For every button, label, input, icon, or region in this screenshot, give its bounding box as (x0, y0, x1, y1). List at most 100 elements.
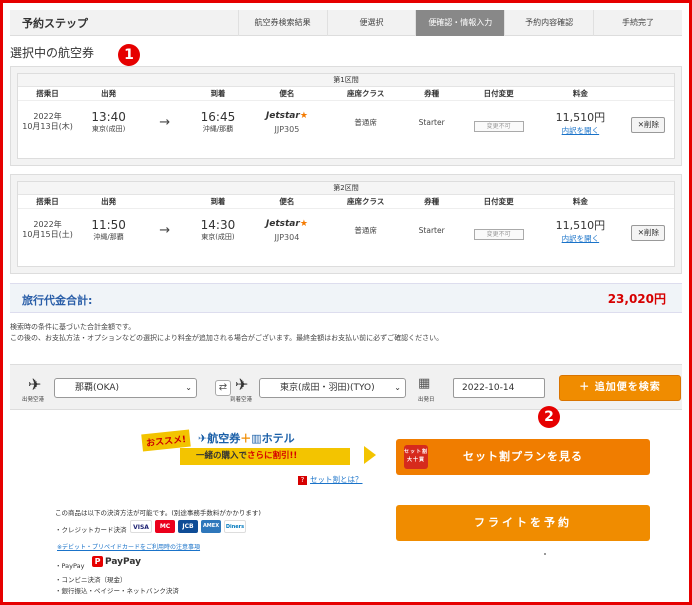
plane-takeoff-icon: ✈ (28, 375, 42, 394)
arr-airport-caption: 到着空港 (230, 397, 253, 403)
plane-icon: ✈ (198, 432, 208, 445)
step-flight-select: 便選択 (326, 9, 416, 36)
flight-date-day: 10月13日(木) (22, 122, 73, 131)
jetstar-logo: Jetstar★ (247, 219, 328, 229)
promo-subline-b: さらに割引!! (247, 451, 298, 461)
airline-name: Jetstar (265, 218, 300, 229)
departure: 11:50 沖縄/那覇 (77, 218, 140, 242)
col-flight: 便名 (279, 89, 295, 98)
star-icon: ★ (299, 110, 308, 121)
promo-subline-a: 一緒の購入で (196, 451, 248, 461)
total-amount: 23,020円 (607, 292, 666, 306)
col-date-change: 日付変更 (483, 89, 514, 98)
seat-class: 普通席 (354, 117, 377, 127)
departure-time: 13:40 (91, 109, 126, 124)
date-change-cell: 変更不可 (459, 221, 538, 240)
fare-type: Starter (418, 117, 445, 127)
segment-header: 第2区間 (18, 182, 674, 195)
chevron-down-icon: ⌄ (394, 383, 401, 392)
arr-airport-value: 東京(成田・羽田)(TYO) (280, 383, 375, 393)
date-caption: 出発日 (418, 397, 435, 403)
set-discount-help-label: セット割とは？ (310, 475, 363, 484)
payment-paypay: ・PayPay (55, 562, 85, 570)
promo-flight: 航空券 (207, 432, 241, 445)
amex-icon: AMEX (201, 520, 221, 533)
segment-card-2: 第2区間 搭乗日 出発 到着 便名 座席クラス 券種 日付変更 料金 2022年… (10, 174, 682, 274)
arrival: 14:30 東京(成田) (189, 217, 246, 242)
marker-1: 1 (118, 44, 140, 66)
chevron-down-icon: ⌄ (185, 383, 192, 392)
arrival: 16:45 沖縄/那覇 (189, 110, 246, 134)
paypay-logo-text: PayPay (105, 557, 142, 567)
mastercard-icon: MC (155, 520, 175, 533)
delete-button[interactable]: ✕削除 (631, 116, 666, 133)
departure-place: 沖縄/那覇 (93, 232, 124, 241)
calendar-icon: ▦ (418, 376, 431, 391)
column-headers: 搭乗日 出発 到着 便名 座席クラス 券種 日付変更 料金 (18, 87, 674, 101)
dep-airport-select[interactable]: 那覇(OKA) ⌄ (54, 378, 197, 398)
payment-intro: この商品は以下の決済方法が可能です。(別途事務手数料がかかります) (55, 509, 261, 517)
seat-class: 普通席 (354, 225, 377, 235)
departure-date-input[interactable]: 2022-10-14 (453, 378, 545, 398)
delete-cell: ✕削除 (623, 112, 674, 133)
departure: 13:40 東京(成田) (77, 109, 140, 134)
visa-icon: VISA (130, 520, 152, 533)
set-discount-promo: おススメ! ✈航空券＋▥ホテル 一緒の購入でさらに割引!! (141, 428, 376, 470)
delete-cell: ✕削除 (623, 220, 674, 241)
building-icon: ▥ (251, 432, 262, 445)
swap-icon[interactable]: ⇄ (215, 380, 231, 396)
flight-date: 2022年 10月13日(木) (18, 112, 77, 132)
col-fare-type: 券種 (424, 197, 440, 206)
add-flight-search-button[interactable]: ＋ 追加便を検索 (559, 375, 681, 401)
col-fare-type: 券種 (424, 89, 440, 98)
col-seat-class: 座席クラス (347, 89, 385, 98)
flight-info: Jetstar★ JJP305 (247, 111, 328, 134)
details-link[interactable]: 内訳を開く (538, 233, 623, 244)
column-headers: 搭乗日 出発 到着 便名 座席クラス 券種 日付変更 料金 (18, 195, 674, 209)
col-flight: 便名 (279, 197, 295, 206)
divider-dot (544, 553, 546, 555)
paypay-logo: P PayPay (92, 556, 141, 567)
step-complete: 手続完了 (593, 9, 682, 36)
promo-headline: ✈航空券＋▥ホテル (198, 430, 295, 446)
col-price: 料金 (572, 197, 588, 206)
flight-date-day: 10月15日(土) (22, 230, 73, 239)
jcb-icon: JCB (178, 520, 198, 533)
step-bar: 予約ステップ 航空券検索結果 便選択 便確認・情報入力 予約内容確認 手続完了 (10, 9, 682, 36)
flight-row: 2022年 10月15日(土) 11:50 沖縄/那覇 → 14:30 東京(成田) … (18, 209, 674, 251)
segment-header: 第1区間 (18, 74, 674, 87)
promo-hotel: ホテル (261, 432, 295, 445)
set-discount-help-link[interactable]: ? セット割とは？ (298, 474, 363, 485)
payment-bank: ・銀行振込・ペイジー・ネットバンク決済 (55, 587, 179, 595)
col-date: 搭乗日 (36, 197, 59, 206)
flight-date-year: 2022年 (33, 112, 62, 121)
debit-notice-link[interactable]: ※デビット・プリペイドカードをご利用時の注意事項 (57, 542, 200, 551)
col-price: 料金 (572, 89, 588, 98)
airline-name: Jetstar (265, 110, 300, 121)
paypay-icon: P (92, 556, 103, 567)
departure-place: 東京(成田) (91, 124, 126, 133)
total-label: 旅行代金合計: (22, 294, 93, 307)
details-link[interactable]: 内訳を開く (538, 125, 623, 136)
arrival-time: 14:30 (200, 217, 236, 232)
price: 11,510円 (555, 110, 606, 124)
arr-airport-select[interactable]: 東京(成田・羽田)(TYO) ⌄ (259, 378, 406, 398)
segment-card-1: 第1区間 搭乗日 出発 到着 便名 座席クラス 券種 日付変更 料金 2022年… (10, 66, 682, 166)
promo-subline: 一緒の購入でさらに割引!! (180, 448, 350, 465)
note-line-1: 検索時の条件に基づいた合計金額です。 (10, 323, 136, 331)
arrow-right-icon: → (159, 222, 171, 238)
flight-date: 2022年 10月15日(土) (18, 220, 77, 240)
col-arrival: 到着 (210, 197, 226, 206)
view-set-plan-button[interactable]: セット割 大十買 セット割プランを見る (396, 439, 650, 475)
step-review: 予約内容確認 (504, 9, 593, 36)
col-seat-class: 座席クラス (347, 197, 385, 206)
col-departure: 出発 (101, 89, 117, 98)
book-flight-button[interactable]: フライトを予約 (396, 505, 650, 541)
delete-button[interactable]: ✕削除 (631, 224, 666, 241)
col-date: 搭乗日 (36, 89, 59, 98)
arrival-place: 沖縄/那覇 (202, 124, 234, 133)
arrow-right-icon (364, 446, 376, 464)
star-icon: ★ (299, 218, 308, 229)
flight-date-year: 2022年 (33, 220, 62, 229)
step-search-results: 航空券検索結果 (237, 9, 327, 36)
